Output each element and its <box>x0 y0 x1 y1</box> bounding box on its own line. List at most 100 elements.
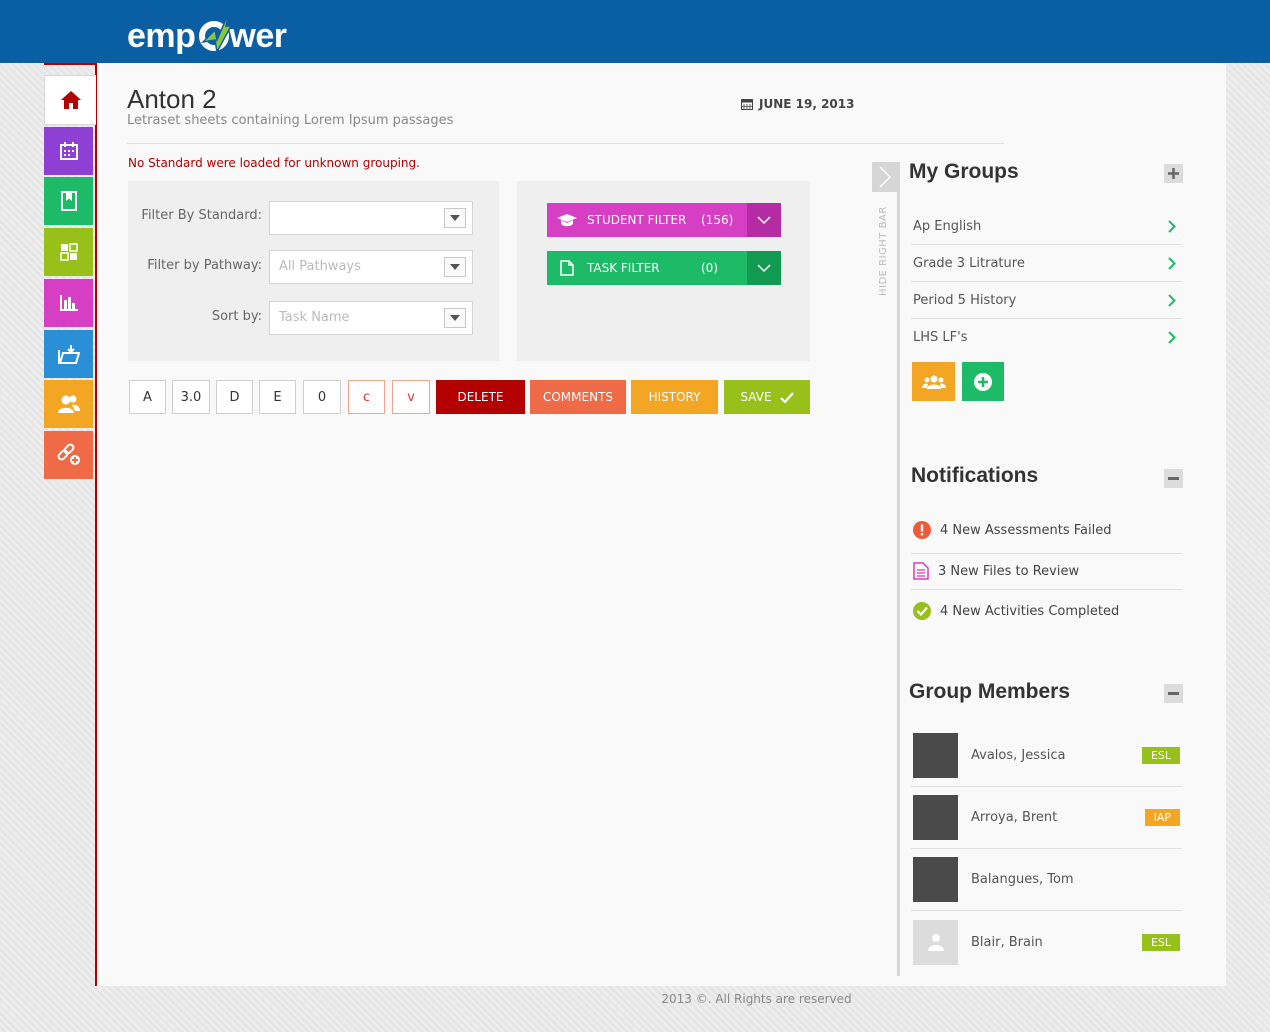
notification-text: 3 New Files to Review <box>938 563 1080 579</box>
grade-button-v[interactable]: v <box>392 380 430 414</box>
delete-button[interactable]: DELETE <box>436 380 525 414</box>
right-bar-divider <box>897 162 900 976</box>
chevron-down-icon <box>444 257 466 277</box>
chevron-down-icon <box>444 308 466 328</box>
calendar-icon <box>59 142 78 160</box>
collapse-group-members-button[interactable] <box>1164 684 1183 703</box>
group-item[interactable]: Ap English <box>911 208 1182 245</box>
plus-icon <box>1168 168 1179 179</box>
grade-button-e[interactable]: E <box>259 380 296 414</box>
task-filter-count: (0) <box>701 261 718 275</box>
group-name: LHS LF's <box>913 330 968 345</box>
hide-right-bar-label[interactable]: HIDE RIGHT BAR <box>878 206 889 296</box>
nav-upload[interactable] <box>44 330 93 378</box>
alert-icon <box>913 521 931 539</box>
bookmark-icon <box>60 191 77 211</box>
member-name: Arroya, Brent <box>971 810 1058 825</box>
dashboard-icon <box>59 243 78 261</box>
nav-bookmark[interactable] <box>44 177 93 225</box>
filter-pathway-placeholder: All Pathways <box>279 259 361 274</box>
notifications-title: Notifications <box>911 464 1039 487</box>
title-divider <box>127 143 1004 144</box>
manage-group-members-button[interactable] <box>912 362 955 401</box>
nav-dashboard[interactable] <box>44 228 93 276</box>
nav-home[interactable] <box>44 75 96 125</box>
check-icon <box>913 602 931 620</box>
chevron-right-icon <box>1168 256 1176 270</box>
avatar <box>913 795 958 840</box>
sidebar-rule <box>95 63 97 986</box>
task-filter-label: TASK FILTER <box>587 261 660 275</box>
plus-circle-icon <box>974 372 992 391</box>
user-silhouette-icon <box>927 934 944 951</box>
member-badge: ESL <box>1141 933 1180 951</box>
warning-message: No Standard were loaded for unknown grou… <box>128 156 420 170</box>
folder-download-icon <box>57 345 80 364</box>
chevron-down-icon[interactable] <box>747 203 781 237</box>
nav-users[interactable] <box>44 380 93 428</box>
student-filter-label: STUDENT FILTER <box>587 213 687 227</box>
top-bar: emp wer <box>0 0 1270 63</box>
chevron-down-icon <box>444 208 466 228</box>
calendar-icon <box>741 99 753 110</box>
file-icon <box>913 562 929 580</box>
student-filter-button[interactable]: STUDENT FILTER (156) <box>547 203 781 237</box>
group-item[interactable]: Grade 3 Litrature <box>911 245 1182 282</box>
link-add-icon <box>57 443 80 465</box>
my-groups-title: My Groups <box>909 160 1019 183</box>
sidebar-top-rule <box>44 63 97 65</box>
nav-link[interactable] <box>44 431 93 479</box>
grade-button-a[interactable]: A <box>129 380 166 414</box>
member-row[interactable]: Arroya, Brent IAP <box>911 787 1182 849</box>
group-item[interactable]: Period 5 History <box>911 282 1182 319</box>
member-row[interactable]: Balangues, Tom <box>911 849 1182 911</box>
footer-copyright: 2013 ©. All Rights are reserved <box>661 992 852 1006</box>
avatar <box>913 733 958 778</box>
empower-logo[interactable]: emp wer <box>127 11 287 55</box>
group-name: Grade 3 Litrature <box>913 255 1025 271</box>
grade-button-c[interactable]: c <box>348 380 385 414</box>
member-badge: ESL <box>1141 747 1180 764</box>
group-members-title: Group Members <box>909 680 1071 703</box>
grade-button-3-0[interactable]: 3.0 <box>172 380 210 414</box>
member-row[interactable]: Avalos, Jessica ESL <box>911 725 1182 787</box>
notification-item[interactable]: 4 New Activities Completed <box>911 591 1182 631</box>
save-button[interactable]: SAVE <box>724 380 810 414</box>
notification-item[interactable]: 3 New Files to Review <box>911 551 1182 591</box>
logo-text-right: wer <box>229 17 287 55</box>
add-group-button[interactable] <box>1164 164 1183 183</box>
bar-chart-icon <box>59 295 78 311</box>
nav-reports[interactable] <box>44 279 93 327</box>
comments-button[interactable]: COMMENTS <box>530 380 626 414</box>
history-button[interactable]: HISTORY <box>631 380 718 414</box>
chevron-right-icon <box>1168 331 1176 344</box>
member-row[interactable]: Blair, Brain ESL <box>911 911 1182 973</box>
nav-calendar[interactable] <box>44 127 93 175</box>
logo-power-icon <box>199 11 233 55</box>
group-item[interactable]: LHS LF's <box>911 319 1182 356</box>
sort-placeholder: Task Name <box>279 310 350 325</box>
collapse-notifications-button[interactable] <box>1164 469 1183 488</box>
avatar-placeholder <box>913 919 958 965</box>
hide-right-bar-button[interactable] <box>872 162 898 192</box>
member-name: Balangues, Tom <box>971 872 1074 887</box>
create-group-button[interactable] <box>962 362 1004 401</box>
grade-button-0[interactable]: 0 <box>303 380 341 414</box>
document-icon <box>547 260 587 276</box>
chevron-right-icon <box>1168 219 1176 233</box>
group-name: Ap English <box>913 218 982 234</box>
filter-standard-label: Filter By Standard: <box>141 208 262 223</box>
chevron-down-icon[interactable] <box>747 251 781 285</box>
chevron-right-icon <box>879 166 891 188</box>
grade-button-d[interactable]: D <box>216 380 253 414</box>
minus-icon <box>1168 477 1179 480</box>
logo-text-left: emp <box>127 17 196 55</box>
notification-item[interactable]: 4 New Assessments Failed <box>911 510 1182 550</box>
task-filter-button[interactable]: TASK FILTER (0) <box>547 251 781 285</box>
sort-select[interactable]: Task Name <box>269 301 473 335</box>
group-name: Period 5 History <box>913 292 1017 308</box>
date-text: JUNE 19, 2013 <box>759 97 855 111</box>
filter-standard-select[interactable] <box>269 201 473 235</box>
checkmark-icon <box>779 391 794 403</box>
filter-pathway-select[interactable]: All Pathways <box>269 250 473 284</box>
